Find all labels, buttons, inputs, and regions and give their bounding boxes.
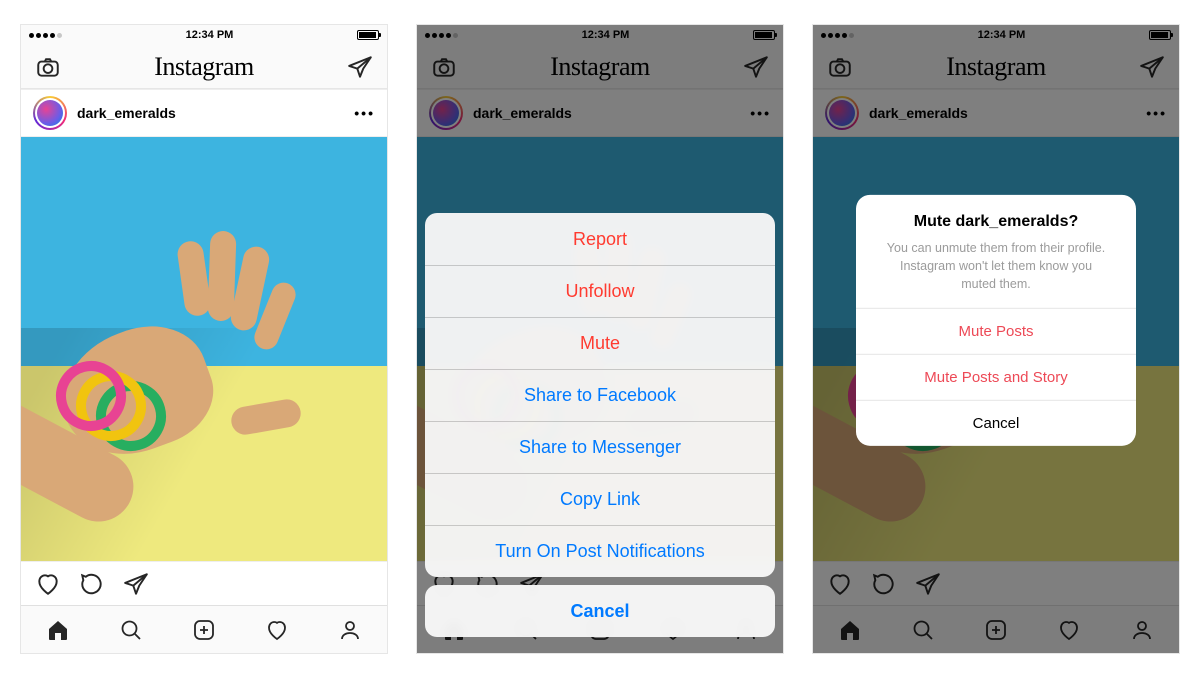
send-icon[interactable] — [347, 54, 373, 80]
avatar[interactable] — [33, 96, 67, 130]
comment-icon[interactable] — [79, 571, 105, 597]
mute-posts-button[interactable]: Mute Posts — [856, 307, 1136, 353]
action-sheet: Report Unfollow Mute Share to Facebook S… — [425, 213, 775, 645]
screen-mute-dialog: 12:34 PM Instagram dark_emeralds ••• Mut… — [812, 24, 1180, 654]
post-username[interactable]: dark_emeralds — [77, 105, 176, 121]
status-bar: 12:34 PM — [21, 25, 387, 45]
like-icon[interactable] — [35, 571, 61, 597]
post-actions — [21, 561, 387, 605]
action-mute[interactable]: Mute — [425, 317, 775, 369]
post-header: dark_emeralds ••• — [21, 89, 387, 137]
action-unfollow[interactable]: Unfollow — [425, 265, 775, 317]
nav-profile-icon[interactable] — [338, 618, 362, 642]
app-logo: Instagram — [154, 52, 253, 82]
action-sheet-group: Report Unfollow Mute Share to Facebook S… — [425, 213, 775, 577]
action-cancel[interactable]: Cancel — [425, 585, 775, 637]
camera-icon[interactable] — [35, 54, 61, 80]
nav-home-icon[interactable] — [46, 618, 70, 642]
nav-create-icon[interactable] — [192, 618, 216, 642]
mute-dialog-body: You can unmute them from their profile. … — [876, 239, 1116, 293]
nav-search-icon[interactable] — [119, 618, 143, 642]
app-header: Instagram — [21, 45, 387, 89]
share-icon[interactable] — [123, 571, 149, 597]
nav-activity-icon[interactable] — [265, 618, 289, 642]
action-share-messenger[interactable]: Share to Messenger — [425, 421, 775, 473]
mute-dialog-title: Mute dark_emeralds? — [876, 213, 1116, 231]
action-report[interactable]: Report — [425, 213, 775, 265]
status-time: 12:34 PM — [186, 29, 234, 41]
screen-feed: 12:34 PM Instagram dark_emeralds ••• — [20, 24, 388, 654]
signal-dots — [29, 33, 62, 38]
post-image[interactable] — [21, 137, 387, 561]
action-share-facebook[interactable]: Share to Facebook — [425, 369, 775, 421]
more-options-icon[interactable]: ••• — [354, 105, 375, 121]
action-copy-link[interactable]: Copy Link — [425, 473, 775, 525]
bottom-nav — [21, 605, 387, 653]
mute-posts-and-story-button[interactable]: Mute Posts and Story — [856, 353, 1136, 399]
screen-action-sheet: 12:34 PM Instagram dark_emeralds ••• Rep… — [416, 24, 784, 654]
action-turn-on-notifications[interactable]: Turn On Post Notifications — [425, 525, 775, 577]
battery-icon — [357, 30, 379, 40]
mute-dialog: Mute dark_emeralds? You can unmute them … — [856, 195, 1136, 445]
mute-cancel-button[interactable]: Cancel — [856, 399, 1136, 445]
